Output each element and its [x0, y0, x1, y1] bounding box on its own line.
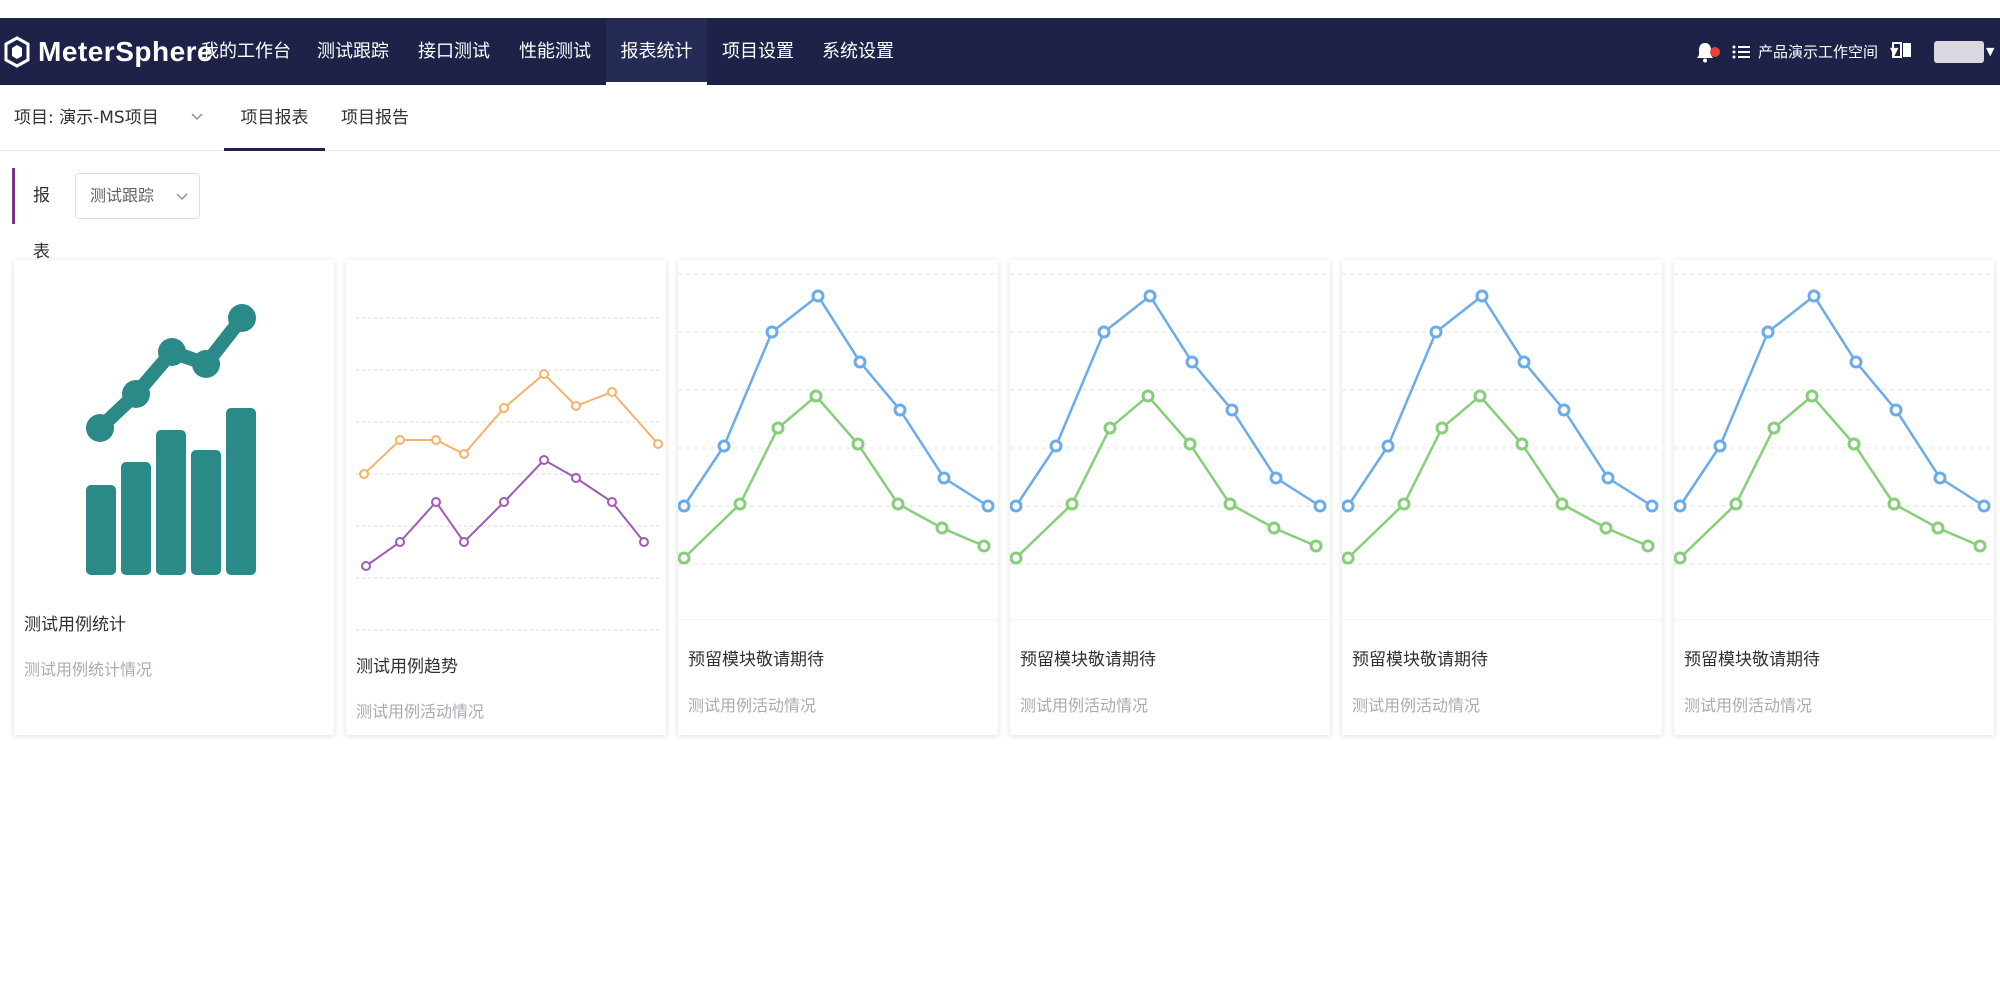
workspace-switcher[interactable]: 产品演示工作空间 ▼ — [1732, 18, 1898, 85]
notification-dot — [1710, 46, 1720, 57]
card-description: 测试用例活动情况 — [688, 696, 817, 715]
report-card-reserved-3[interactable]: 预留模块敬请期待 测试用例活动情况 — [1342, 260, 1662, 735]
nav-api-test[interactable]: 接口测试 — [406, 18, 502, 85]
brand-logo[interactable]: MeterSphere — [4, 18, 213, 85]
project-label: 项目: 演示-MS项目 — [14, 108, 159, 128]
sub-navbar: 项目: 演示-MS项目 项目报表 项目报告 — [0, 85, 2000, 151]
project-selector[interactable]: 项目: 演示-MS项目 — [14, 85, 204, 151]
metersphere-logo-icon — [4, 35, 30, 68]
line-chart-icon — [1010, 273, 1330, 620]
top-navbar: MeterSphere 我的工作台 测试跟踪 接口测试 性能测试 报表统计 项目… — [0, 18, 2000, 85]
report-card-reserved-2[interactable]: 预留模块敬请期待 测试用例活动情况 — [1010, 260, 1330, 735]
card-description: 测试用例活动情况 — [1352, 696, 1481, 715]
card-title: 测试用例统计 — [24, 615, 126, 635]
tab-project-report[interactable]: 项目报告 — [335, 85, 415, 151]
card-description: 测试用例活动情况 — [1020, 696, 1149, 715]
nav-performance-test[interactable]: 性能测试 — [507, 18, 603, 85]
chevron-down-icon — [191, 113, 203, 121]
nav-my-workbench[interactable]: 我的工作台 — [196, 18, 296, 85]
line-chart-icon — [678, 273, 998, 620]
report-card-case-trend[interactable]: 测试用例趋势 测试用例活动情况 — [346, 260, 666, 735]
bell-icon — [1696, 41, 1720, 63]
report-card-case-statistics[interactable]: 测试用例统计 测试用例统计情况 — [14, 260, 334, 735]
line-chart-icon — [1342, 273, 1662, 620]
tab-project-reports[interactable]: 项目报表 — [224, 85, 325, 151]
card-description: 测试用例活动情况 — [356, 702, 485, 721]
card-title: 预留模块敬请期待 — [1352, 650, 1488, 670]
nav-test-track[interactable]: 测试跟踪 — [305, 18, 401, 85]
report-select-value: 测试跟踪 — [90, 186, 155, 205]
brand-name: MeterSphere — [38, 35, 214, 67]
dual-line-chart-icon — [356, 317, 663, 631]
workspace-name: 产品演示工作空间 — [1758, 43, 1879, 61]
list-icon — [1732, 44, 1750, 60]
language-icon — [1892, 41, 1912, 62]
nav-report-stats[interactable]: 报表统计 — [606, 18, 707, 85]
nav-system-settings[interactable]: 系统设置 — [810, 18, 906, 85]
report-card-reserved-4[interactable]: 预留模块敬请期待 测试用例活动情况 — [1674, 260, 1994, 735]
card-title: 预留模块敬请期待 — [688, 650, 824, 670]
user-menu[interactable]: ▼ — [1934, 18, 1994, 85]
notification-bell[interactable] — [1696, 18, 1720, 85]
card-title: 预留模块敬请期待 — [1020, 650, 1156, 670]
avatar — [1934, 40, 1984, 63]
language-switch[interactable] — [1892, 18, 1912, 85]
card-title: 预留模块敬请期待 — [1684, 650, 1820, 670]
card-title: 测试用例趋势 — [356, 657, 458, 677]
card-description: 测试用例活动情况 — [1684, 696, 1813, 715]
report-filter-bar: 报表 测试跟踪 — [12, 168, 200, 262]
window-top-strip — [0, 0, 2000, 18]
nav-project-settings[interactable]: 项目设置 — [710, 18, 806, 85]
card-description: 测试用例统计情况 — [24, 660, 153, 679]
report-type-select[interactable]: 测试跟踪 — [75, 173, 200, 219]
chevron-down-icon — [176, 193, 188, 201]
report-card-reserved-1[interactable]: 预留模块敬请期待 测试用例活动情况 — [678, 260, 998, 735]
line-chart-icon — [1674, 273, 1994, 620]
caret-down-icon: ▼ — [1986, 45, 1995, 58]
bar-trend-icon — [86, 304, 256, 575]
